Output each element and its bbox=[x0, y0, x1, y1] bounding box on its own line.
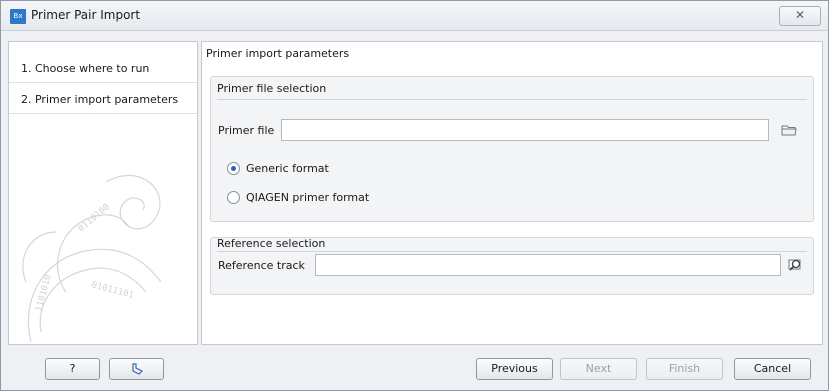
primer-file-selection-group: Primer file selection Primer file Generi… bbox=[210, 76, 814, 222]
step-divider bbox=[9, 82, 197, 83]
svg-text:01011101: 01011101 bbox=[90, 280, 134, 301]
help-label: ? bbox=[69, 362, 76, 375]
browse-primer-file-button[interactable] bbox=[780, 121, 798, 139]
step-divider bbox=[9, 113, 197, 114]
app-logo-icon: Bx bbox=[10, 9, 26, 24]
svg-text:0110100: 0110100 bbox=[77, 202, 112, 234]
parameters-panel: Primer import parameters Primer file sel… bbox=[201, 41, 823, 345]
browse-reference-button[interactable] bbox=[786, 256, 804, 274]
qiagen-format-radio[interactable] bbox=[227, 191, 240, 204]
previous-label: Previous bbox=[491, 362, 538, 375]
title-bar[interactable]: Bx Primer Pair Import ✕ bbox=[1, 1, 828, 31]
finish-button[interactable]: Finish bbox=[646, 358, 723, 380]
undo-icon bbox=[131, 363, 143, 375]
cancel-button[interactable]: Cancel bbox=[734, 358, 811, 380]
qiagen-format-label: QIAGEN primer format bbox=[246, 191, 370, 204]
next-button[interactable]: Next bbox=[560, 358, 637, 380]
group-divider bbox=[217, 251, 807, 252]
finish-label: Finish bbox=[668, 362, 701, 375]
step-primer-import-parameters[interactable]: 2. Primer import parameters bbox=[21, 93, 178, 106]
previous-button[interactable]: Previous bbox=[476, 358, 553, 380]
reset-button[interactable] bbox=[109, 358, 164, 380]
dialog-window: Bx Primer Pair Import ✕ 1. Choose where … bbox=[0, 0, 829, 391]
primer-group-title: Primer file selection bbox=[217, 82, 327, 95]
reference-selection-group: Reference selection Reference track bbox=[210, 237, 814, 295]
reference-group-title: Reference selection bbox=[217, 237, 326, 250]
primer-file-label: Primer file bbox=[218, 124, 275, 137]
help-button[interactable]: ? bbox=[45, 358, 100, 380]
primer-file-input[interactable] bbox=[281, 119, 769, 141]
group-divider bbox=[217, 99, 807, 100]
dna-watermark-icon: 0110100 1101010 01011101 bbox=[22, 175, 162, 342]
step-choose-where-to-run[interactable]: 1. Choose where to run bbox=[21, 62, 149, 75]
cancel-label: Cancel bbox=[753, 362, 792, 375]
svg-text:1101010: 1101010 bbox=[34, 274, 53, 313]
window-title: Primer Pair Import bbox=[31, 8, 141, 22]
wizard-steps-panel: 1. Choose where to run 2. Primer import … bbox=[8, 41, 198, 345]
search-icon bbox=[788, 259, 801, 271]
close-button[interactable]: ✕ bbox=[779, 6, 821, 26]
generic-format-radio[interactable] bbox=[227, 162, 240, 175]
panel-title: Primer import parameters bbox=[206, 47, 350, 60]
generic-format-label: Generic format bbox=[246, 162, 329, 175]
close-icon: ✕ bbox=[794, 8, 806, 22]
next-label: Next bbox=[585, 362, 612, 375]
folder-icon bbox=[781, 125, 797, 136]
reference-track-input[interactable] bbox=[315, 254, 781, 276]
reference-track-label: Reference track bbox=[218, 259, 305, 272]
